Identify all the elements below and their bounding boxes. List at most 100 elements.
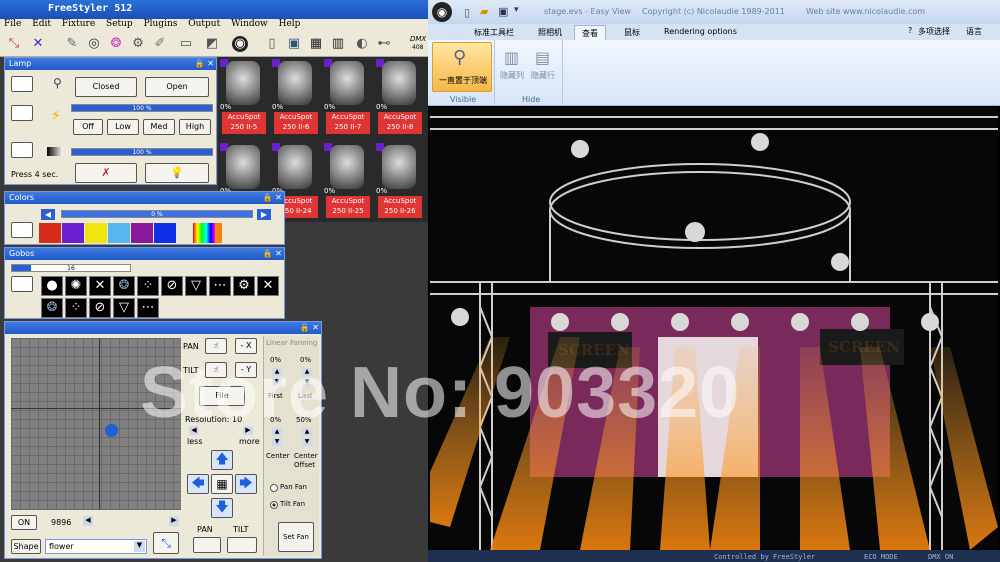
color-swatch[interactable] — [39, 223, 61, 243]
lamp-on-button[interactable]: 💡 — [145, 163, 209, 183]
tab-view[interactable]: 查看 — [574, 25, 606, 40]
gobo-slash2-icon[interactable]: ⊘ — [89, 298, 111, 318]
quick-menu-icon[interactable]: ▾ — [514, 5, 519, 15]
value-right-icon[interactable]: ▶ — [169, 516, 179, 526]
gobo-dashes-icon[interactable]: ⋯ — [209, 276, 231, 296]
gobo-stars2-icon[interactable]: ⁘ — [65, 298, 87, 318]
fixture-tile[interactable]: 0% AccuSpot 250 II-25 — [324, 143, 370, 221]
film-reel-icon[interactable]: ◎ — [86, 36, 102, 52]
more-options-menu[interactable]: 多项选择 — [918, 26, 950, 37]
slider-icon[interactable]: ⊷ — [376, 36, 392, 52]
color-swatch[interactable] — [85, 223, 107, 243]
quick-open-icon[interactable]: ▰ — [480, 5, 488, 18]
easyview-logo-icon[interactable]: ◉ — [432, 2, 452, 22]
pan-fan-radio[interactable] — [270, 484, 278, 492]
center-button[interactable]: ▦ — [211, 474, 233, 494]
pan-left-button[interactable]: 🡄 — [187, 474, 209, 494]
lamp-shutter-checkbox[interactable] — [11, 76, 33, 92]
always-on-top-button[interactable]: ⚲ 一直置于顶端 — [432, 42, 492, 92]
color-swatch[interactable] — [62, 223, 84, 243]
color-swatch[interactable] — [108, 223, 130, 243]
med-button[interactable]: Med — [143, 119, 175, 135]
rainbow-swatch[interactable] — [193, 223, 215, 243]
quick-new-icon[interactable]: ▯ — [464, 6, 470, 19]
menu-help[interactable]: Help — [279, 19, 301, 29]
gobo-dots-ring-icon[interactable]: ✺ — [65, 276, 87, 296]
gear-icon[interactable]: ⚙ — [130, 36, 146, 52]
speaker-icon[interactable]: ◐ — [354, 36, 370, 52]
panel-pin-close-icon[interactable]: 🔒 ✕ — [263, 192, 282, 204]
menu-window[interactable]: Window — [231, 19, 268, 29]
gobo-gear-ring-icon[interactable]: ⚙ — [233, 276, 255, 296]
language-menu[interactable]: 语言 — [966, 26, 982, 37]
fixture-tile[interactable]: 0% AccuSpot 250 II-7 — [324, 59, 370, 137]
on-button[interactable]: ON — [11, 515, 37, 530]
panel-pin-close-icon[interactable]: 🔒 ✕ — [300, 322, 319, 334]
pan-value-box[interactable] — [193, 537, 221, 553]
menu-fixture[interactable]: Fixture — [62, 19, 95, 29]
gobo-checkbox[interactable] — [11, 276, 33, 292]
set-fan-button[interactable]: Set Fan — [278, 522, 314, 552]
value-left-icon[interactable]: ◀ — [83, 516, 93, 526]
lamp-dimmer-checkbox[interactable] — [11, 105, 33, 121]
gobo-stars-icon[interactable]: ⁘ — [137, 276, 159, 296]
color-bar[interactable]: 0 % — [61, 210, 253, 218]
color-wheel-icon[interactable]: ❂ — [108, 36, 124, 52]
shape-select[interactable]: flower ▼ — [45, 539, 147, 554]
strobe-bar[interactable]: 100 % — [71, 148, 213, 156]
quick-save-icon[interactable]: ▣ — [498, 5, 508, 18]
tilt-fan-radio[interactable] — [270, 501, 278, 509]
gobo-dashes2-icon[interactable]: ⋯ — [137, 298, 159, 318]
color-swatch[interactable] — [154, 223, 176, 243]
hide-rows-button[interactable]: ▤ 隐藏行 — [531, 48, 557, 88]
shape-run-button[interactable]: ⤡ — [153, 532, 179, 554]
cross-tool-icon[interactable]: ✕ — [30, 36, 46, 52]
high-button[interactable]: High — [179, 119, 211, 135]
monitor-icon[interactable]: ▣ — [286, 36, 302, 52]
menu-edit[interactable]: Edit — [32, 19, 51, 29]
menu-file[interactable]: File — [4, 19, 21, 29]
tab-rendering-options[interactable]: Rendering options — [664, 27, 737, 36]
pencil-icon[interactable]: ✐ — [152, 36, 168, 52]
gobo-triangle2-icon[interactable]: ▽ — [113, 298, 135, 318]
arrow-right-icon[interactable]: ▶ — [257, 209, 271, 220]
keyboard-icon[interactable]: ▭ — [178, 36, 194, 52]
shape-button[interactable]: Shape — [11, 539, 41, 554]
color-checkbox[interactable] — [11, 222, 33, 238]
menu-plugins[interactable]: Plugins — [144, 19, 178, 29]
color-swatch[interactable] — [131, 223, 153, 243]
tilt-value-box[interactable] — [227, 537, 257, 553]
pan-right-button[interactable]: 🡆 — [235, 474, 257, 494]
low-button[interactable]: Low — [107, 119, 139, 135]
app-logo-icon[interactable]: ◉ — [232, 36, 248, 52]
gobo-open-icon[interactable]: ● — [41, 276, 63, 296]
fixture-tile[interactable]: 0% AccuSpot 250 II-26 — [376, 143, 422, 221]
closed-button[interactable]: Closed — [75, 77, 137, 97]
palette-icon[interactable]: ◩ — [204, 36, 220, 52]
panel-pin-close-icon[interactable]: 🔒 ✕ — [195, 58, 214, 70]
center-down-icon[interactable]: ▼ — [272, 438, 282, 446]
tab-mouse[interactable]: 鼠标 — [624, 27, 640, 38]
gobo-triangle-icon[interactable]: ▽ — [185, 276, 207, 296]
panel-pin-close-icon[interactable]: 🔒 ✕ — [263, 248, 282, 260]
pen-tool-icon[interactable]: ✎ — [64, 36, 80, 52]
tab-standard-toolbar[interactable]: 标准工具栏 — [474, 27, 514, 38]
lamp-strobe-checkbox[interactable] — [11, 142, 33, 158]
dimmer-bar[interactable]: 100 % — [71, 104, 213, 112]
offset-down-icon[interactable]: ▼ — [302, 438, 312, 446]
pan-tilt-tool-icon[interactable]: ⤡ — [6, 36, 22, 52]
gobo-bubble-icon[interactable]: ❂ — [113, 276, 135, 296]
patch-icon[interactable]: ▦ — [308, 36, 324, 52]
menu-setup[interactable]: Setup — [106, 19, 133, 29]
tilt-up-button[interactable]: 🡅 — [211, 450, 233, 470]
pan-tilt-position-dot[interactable] — [105, 424, 118, 437]
lamp-off-button[interactable]: ✗ — [75, 163, 137, 183]
fixture-tile[interactable]: 0% AccuSpot 250 II-6 — [272, 59, 318, 137]
off-button[interactable]: Off — [73, 119, 103, 135]
fixture-tile[interactable]: 0% AccuSpot 250 II-8 — [376, 59, 422, 137]
hide-columns-button[interactable]: ▥ 隐藏列 — [500, 48, 526, 88]
fixture-tile[interactable]: 0% AccuSpot 250 II-5 — [220, 59, 266, 137]
menu-output[interactable]: Output — [188, 19, 220, 29]
gobo-slash-icon[interactable]: ⊘ — [161, 276, 183, 296]
gobo-bubble2-icon[interactable]: ❂ — [41, 298, 63, 318]
